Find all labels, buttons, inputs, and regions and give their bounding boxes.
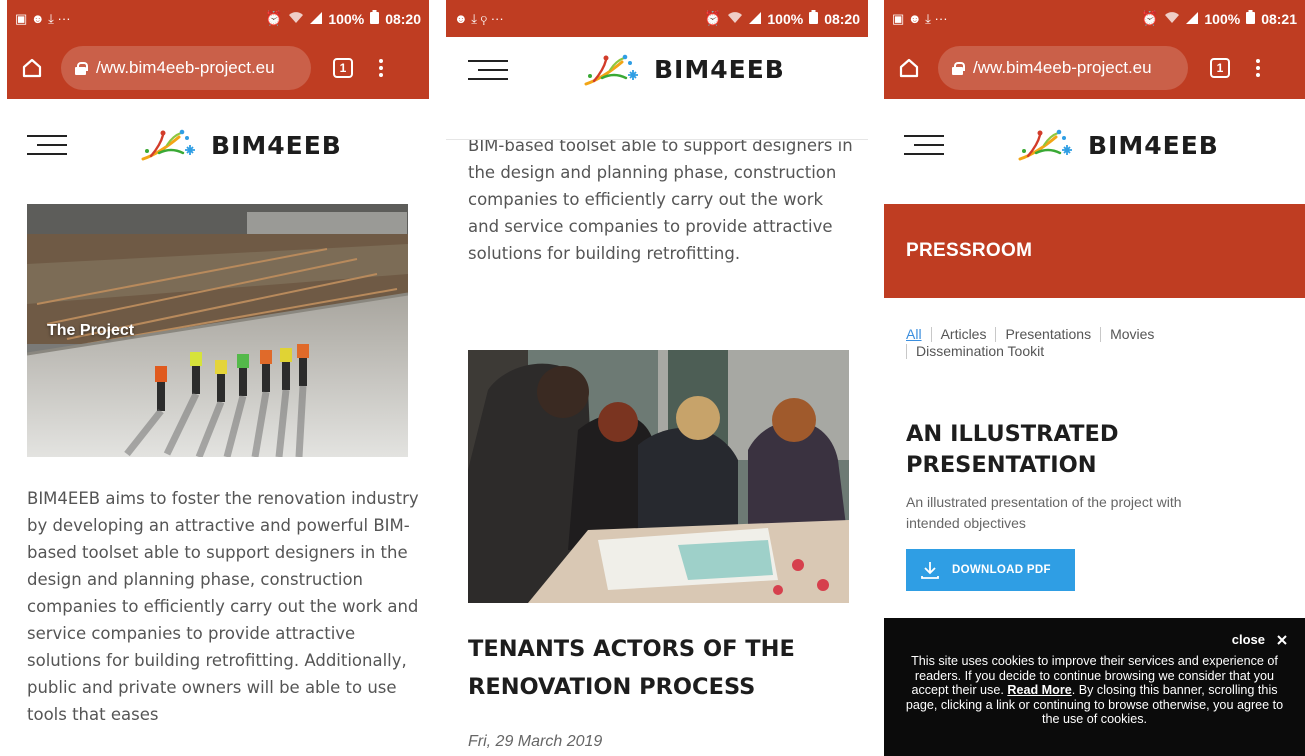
wifi-icon	[1164, 11, 1180, 27]
alarm-icon: ⏰	[703, 10, 722, 26]
close-icon	[1277, 634, 1287, 645]
url-text: /ww.bim4eeb-project.eu	[973, 58, 1152, 77]
close-label: close	[1231, 632, 1265, 647]
site-logo[interactable]: BIM4EEB	[137, 125, 342, 165]
signal-icon	[1186, 11, 1199, 27]
notification-icons: ☻ ⤓ ⚲ ···	[454, 10, 504, 26]
download-pdf-button[interactable]: DOWNLOAD PDF	[906, 549, 1075, 591]
browser-toolbar: /ww.bim4eeb-project.eu 1	[884, 37, 1305, 99]
project-hero-image[interactable]: The Project	[27, 204, 408, 457]
site-header: BIM4EEB	[7, 125, 429, 165]
more-vert-icon[interactable]	[379, 59, 383, 77]
clock: 08:20	[824, 10, 860, 27]
hamburger-icon[interactable]	[27, 135, 67, 155]
hamburger-icon[interactable]	[904, 135, 944, 155]
cookie-banner: close This site uses cookies to improve …	[884, 618, 1305, 756]
meeting-photo	[468, 350, 849, 603]
tabs-icon[interactable]: 1	[333, 58, 353, 78]
site-logo[interactable]: BIM4EEB	[1014, 125, 1219, 165]
site-header: BIM4EEB	[884, 125, 1305, 165]
alarm-icon: ⏰	[1140, 10, 1159, 26]
project-description-continued: BIM-based toolset able to support design…	[468, 136, 853, 263]
presentation-description: An illustrated presentation of the proje…	[906, 494, 1182, 531]
screenshot-project: ▣ ☻ ⤓ ··· ⏰ 100% 08:20 /ww.bim4eeb-proje…	[7, 0, 429, 756]
address-bar[interactable]: /ww.bim4eeb-project.eu	[61, 46, 311, 90]
notification-icons: ▣ ☻ ⤓ ···	[15, 10, 71, 26]
article-title[interactable]: TENANTS ACTORS OF THE RENOVATION PROCESS	[468, 630, 858, 706]
clock: 08:21	[1261, 10, 1297, 27]
screenshot-article: ☻ ⤓ ⚲ ··· ⏰ 100% 08:20 BIM4EEB BIM-based…	[446, 0, 868, 756]
notification-icons: ▣ ☻ ⤓ ···	[892, 10, 948, 26]
signal-icon	[310, 11, 323, 27]
battery-icon	[370, 10, 380, 27]
cookie-close-button[interactable]: close	[1232, 632, 1287, 647]
filter-presentations[interactable]: Presentations	[1005, 326, 1091, 343]
home-icon[interactable]	[17, 53, 47, 83]
logo-text: BIM4EEB	[211, 130, 342, 160]
filter-movies[interactable]: Movies	[1110, 326, 1154, 343]
more-vert-icon[interactable]	[1256, 59, 1260, 77]
tabs-icon[interactable]: 1	[1210, 58, 1230, 78]
clock: 08:20	[385, 10, 421, 27]
status-bar: ▣ ☻ ⤓ ··· ⏰ 100% 08:21	[884, 0, 1305, 37]
hamburger-icon[interactable]	[468, 59, 508, 80]
logo-tree-icon	[1018, 129, 1072, 161]
battery-icon	[809, 10, 819, 27]
download-label: DOWNLOAD PDF	[952, 564, 1051, 576]
lock-icon	[75, 61, 88, 75]
wifi-icon	[288, 11, 304, 27]
site-logo[interactable]: BIM4EEB	[580, 50, 785, 90]
hero-label: The Project	[47, 322, 135, 339]
read-more-link[interactable]: Read More	[1007, 683, 1071, 697]
wifi-icon	[727, 11, 743, 27]
alarm-icon: ⏰	[264, 10, 283, 26]
status-bar: ▣ ☻ ⤓ ··· ⏰ 100% 08:20	[7, 0, 429, 37]
browser-toolbar: /ww.bim4eeb-project.eu 1	[7, 37, 429, 99]
signal-icon	[749, 11, 762, 27]
presentation-title: AN ILLUSTRATED PRESENTATION	[906, 421, 1119, 478]
article-date: Fri, 29 March 2019	[468, 733, 603, 750]
article-image[interactable]	[468, 350, 849, 603]
section-title: PRESSROOM	[906, 240, 1033, 261]
logo-text: BIM4EEB	[1088, 130, 1219, 160]
logo-text: BIM4EEB	[654, 55, 785, 84]
logo-tree-icon	[141, 129, 195, 161]
filter-dissemination-toolkit[interactable]: Dissemination Tookit	[916, 343, 1044, 360]
download-icon	[921, 562, 939, 579]
cookie-text: This site uses cookies to improve their …	[900, 654, 1289, 727]
logo-tree-icon	[584, 54, 638, 85]
battery-icon	[1246, 10, 1256, 27]
battery-percent: 100%	[328, 10, 365, 27]
status-bar: ☻ ⤓ ⚲ ··· ⏰ 100% 08:20	[446, 0, 868, 37]
filter-articles[interactable]: Articles	[941, 326, 987, 343]
home-icon[interactable]	[894, 53, 924, 83]
lock-icon	[952, 61, 965, 75]
filter-all[interactable]: All	[906, 326, 922, 343]
battery-percent: 100%	[1204, 10, 1241, 27]
url-text: /ww.bim4eeb-project.eu	[96, 58, 275, 77]
battery-percent: 100%	[767, 10, 804, 27]
screenshot-pressroom: ▣ ☻ ⤓ ··· ⏰ 100% 08:21 /ww.bim4eeb-proje…	[884, 0, 1305, 756]
project-description: BIM4EEB aims to foster the renovation in…	[27, 489, 419, 724]
pressroom-banner: PRESSROOM	[884, 204, 1305, 298]
filter-tabs: All Articles Presentations Movies Disseminat…	[906, 326, 1286, 360]
address-bar[interactable]: /ww.bim4eeb-project.eu	[938, 46, 1188, 90]
